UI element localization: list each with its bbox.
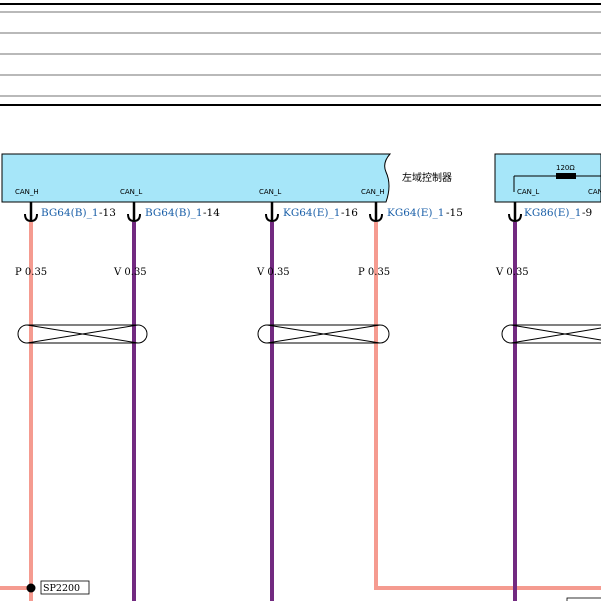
wire-can-h-2 (374, 222, 601, 590)
splice-point (26, 583, 36, 593)
pin-number: -13 (99, 207, 116, 219)
wiring-diagram: 左域控制器 120Ω CAN_H CAN_L CAN_L CAN_H CAN_L… (0, 3, 601, 601)
title-block (0, 3, 601, 106)
connector-terminal-icon (508, 202, 522, 223)
pin-number: -14 (203, 207, 220, 219)
pin-number: -15 (446, 207, 463, 219)
connector-terminal-icon (265, 202, 279, 223)
connector-terminal-icon (369, 202, 383, 223)
pin-signal-label: CAN_L (120, 188, 142, 196)
connector-id: BG64(B)_1 (41, 207, 99, 219)
splice-label: SP2200 (43, 583, 80, 594)
pin-number: -9 (582, 207, 592, 219)
pin-signal-label: CAN (588, 188, 601, 196)
module-name: 左域控制器 (402, 171, 452, 184)
left-domain-controller-box (1, 153, 392, 203)
connector-id: KG64(E)_1 (283, 207, 340, 219)
resistor-value: 120Ω (556, 164, 575, 172)
pin-signal-label: CAN_H (15, 188, 39, 196)
wire-spec-label: V 0.35 (113, 267, 147, 278)
twisted-pair-symbol (17, 324, 148, 344)
right-module-box (494, 153, 601, 203)
twisted-pair-symbol (257, 324, 390, 344)
pin-signal-label: CAN_H (361, 188, 385, 196)
pin-number: -16 (341, 207, 358, 219)
pin-signal-label: CAN_L (259, 188, 281, 196)
wire-spec-label: V 0.35 (256, 267, 290, 278)
connector-id: BG64(B)_1 (145, 207, 203, 219)
connector-terminal-icon (24, 202, 38, 223)
wire-spec-label: V 0.35 (495, 267, 529, 278)
wire-spec-label: P 0.35 (358, 267, 390, 278)
pin-signal-label: CAN_L (517, 188, 539, 196)
connector-id: KG64(E)_1 (387, 207, 444, 219)
connector-id: KG86(E)_1 (524, 207, 581, 219)
wire-spec-label: P 0.35 (15, 267, 47, 278)
connector-terminal-icon (127, 202, 141, 223)
